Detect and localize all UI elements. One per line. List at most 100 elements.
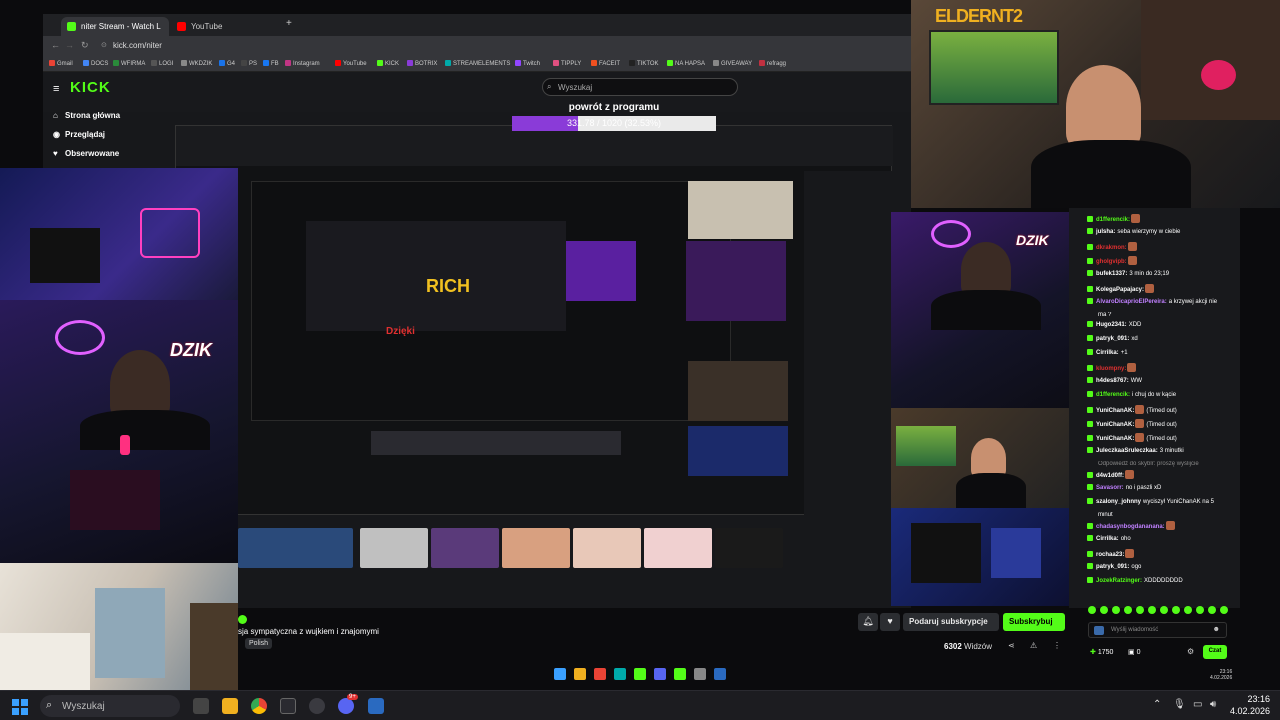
bookmark-streamelements[interactable]: STREAMELEMENTS (445, 60, 510, 67)
bookmark-tipply[interactable]: TIPPLY (553, 60, 581, 67)
emote-option[interactable] (1172, 606, 1180, 614)
tab-youtube[interactable]: YouTube (171, 17, 271, 36)
forward-icon[interactable]: → (65, 40, 74, 50)
bookmark-docs[interactable]: DOCS (83, 60, 108, 67)
chat-username[interactable]: d1fferencik: (1096, 392, 1130, 398)
chat-settings-icon[interactable]: ⚙ (1187, 647, 1194, 656)
microphone-icon[interactable]: 🎙︎ (1173, 699, 1186, 710)
heart-icon: ♥ (53, 149, 58, 158)
menu-icon[interactable]: ≡ (53, 83, 59, 95)
reload-icon[interactable]: ↻ (81, 40, 89, 51)
chat-username[interactable]: JozekRatzinger: (1096, 578, 1142, 584)
emote-option[interactable] (1208, 606, 1216, 614)
sidebar-item-following[interactable]: ♥ Obserwowane (53, 149, 119, 158)
chat-username[interactable]: patryk_091: (1096, 564, 1129, 570)
bookmark-ps[interactable]: PS (241, 60, 257, 67)
emote-option[interactable] (1136, 606, 1144, 614)
follow-heart-icon[interactable]: ♥ (880, 613, 900, 631)
bookmark-instagram[interactable]: Instagram (285, 60, 320, 67)
chat-username[interactable]: AlvaroDicaprioElPereira: (1096, 299, 1167, 305)
chat-username[interactable]: bufek1337: (1096, 271, 1127, 277)
back-icon[interactable]: ← (51, 40, 60, 50)
chat-username[interactable]: Cirrilka: (1096, 536, 1119, 542)
windows-start-icon[interactable] (12, 699, 28, 715)
chat-username[interactable]: szalony_johnny (1096, 499, 1141, 505)
chat-username[interactable]: rochaa23: (1096, 552, 1124, 558)
emote-option[interactable] (1124, 606, 1132, 614)
discord-icon[interactable] (338, 698, 354, 714)
bookmark-youtube[interactable]: YouTube (335, 60, 367, 67)
bookmark-fb[interactable]: FB (263, 60, 279, 67)
chat-username[interactable]: gholgvipb: (1096, 259, 1127, 265)
bookmark-logi[interactable]: LOGI (151, 60, 173, 67)
tray-expand-icon[interactable]: ⌃ (1153, 699, 1161, 710)
photos-icon[interactable] (368, 698, 384, 714)
chat-username[interactable]: patryk_091: (1096, 336, 1129, 342)
emote-picker-icon[interactable] (1094, 626, 1104, 635)
file-explorer-icon[interactable] (222, 698, 238, 714)
subscribe-button[interactable]: Subskrybuj (1003, 613, 1065, 631)
chat-username[interactable]: YuniChanAK: (1096, 436, 1134, 442)
chat-username[interactable]: Cirrilka: (1096, 350, 1119, 356)
bell-icon[interactable]: 🔔︎ (858, 613, 878, 631)
emote-option[interactable] (1220, 606, 1228, 614)
search-input[interactable]: ⌕ Wyszukaj (542, 78, 738, 96)
bookmark-faceit[interactable]: FACEIT (591, 60, 620, 67)
chat-username[interactable]: dkrakmon: (1096, 245, 1127, 251)
chat-username[interactable]: h4des8767: (1096, 378, 1129, 384)
chat-username[interactable]: YuniChanAK: (1096, 408, 1134, 414)
xbox-icon[interactable] (280, 698, 296, 714)
emote-option[interactable] (1112, 606, 1120, 614)
bookmark-na-hapsa[interactable]: NA HAPSA (667, 60, 705, 67)
chat-username[interactable]: d4w1d0ff: (1096, 473, 1124, 479)
chat-username[interactable]: Savasorr: (1096, 485, 1124, 491)
sidebar-item-home[interactable]: ⌂ Strona główna (53, 111, 120, 120)
url-field[interactable]: kick.com/niter (113, 41, 162, 50)
site-info-icon[interactable]: ⊙ (101, 41, 107, 49)
more-icon[interactable]: ⋮ (1053, 641, 1061, 650)
bookmark-wfirma[interactable]: WFIRMA (113, 60, 145, 67)
chat-username[interactable]: JuleczkaaSruleczkaa: (1096, 448, 1158, 454)
stream-video[interactable]: RICH Dzięki (175, 125, 893, 516)
taskbar-clock[interactable]: 23:16 4.02.2026 (1210, 693, 1270, 717)
task-view-icon[interactable] (193, 698, 209, 714)
chat-username[interactable]: kluompny: (1096, 366, 1126, 372)
language-tag[interactable]: Polish (245, 638, 273, 649)
bookmark-wkdzik[interactable]: WKDZIK (181, 60, 212, 67)
gift-subs-button[interactable]: Podaruj subskrypcje (903, 613, 999, 631)
chat-username[interactable]: Hugo2341: (1096, 322, 1127, 328)
chat-username[interactable]: KolegaPapajacy: (1096, 287, 1144, 293)
channel-points[interactable]: ✚ 1750 (1090, 648, 1113, 656)
bookmark-g4[interactable]: G4 (219, 60, 235, 67)
taskbar-search-input[interactable]: ⌕ Wyszukaj (40, 695, 180, 717)
emoji-icon[interactable]: ☻ (1213, 626, 1220, 633)
chat-username[interactable]: d1fferencik: (1096, 217, 1130, 223)
chat-send-button[interactable]: Czat (1203, 645, 1227, 659)
chat-username[interactable]: julsha: (1096, 229, 1115, 235)
bookmark-botrix[interactable]: BOTRIX (407, 60, 437, 67)
bookmark-giveaway[interactable]: GIVEAWAY (713, 60, 752, 67)
bookmark-kick[interactable]: KICK (377, 60, 399, 67)
bookmark-refragg[interactable]: refragg (759, 60, 786, 67)
tab-kick[interactable]: niter Stream - Watch Live on K (61, 17, 169, 36)
network-icon[interactable]: ▭ (1193, 699, 1202, 710)
emote-option[interactable] (1184, 606, 1192, 614)
share-icon[interactable]: ⋖ (1008, 641, 1015, 650)
emote-option[interactable] (1100, 606, 1108, 614)
chat-username[interactable]: YuniChanAK: (1096, 422, 1134, 428)
chrome-icon[interactable] (251, 698, 267, 714)
new-tab-button[interactable]: + (286, 18, 292, 29)
report-icon[interactable]: ⚠ (1030, 641, 1037, 650)
chat-input[interactable]: Wyślij wiadomość ☻ (1088, 622, 1227, 638)
sidebar-item-browse[interactable]: ◉ Przeglądaj (53, 130, 105, 139)
emote-option[interactable] (1196, 606, 1204, 614)
chat-username[interactable]: chadasynbogdananana: (1096, 524, 1165, 530)
bookmark-tiktok[interactable]: TIKTOK (629, 60, 659, 67)
bookmark-twitch[interactable]: Twitch (515, 60, 540, 67)
bookmark-gmail[interactable]: Gmail (49, 60, 73, 67)
obs-icon[interactable] (309, 698, 325, 714)
emote-option[interactable] (1148, 606, 1156, 614)
emote-option[interactable] (1160, 606, 1168, 614)
kick-logo[interactable]: KICK (70, 79, 111, 96)
emote-option[interactable] (1088, 606, 1096, 614)
